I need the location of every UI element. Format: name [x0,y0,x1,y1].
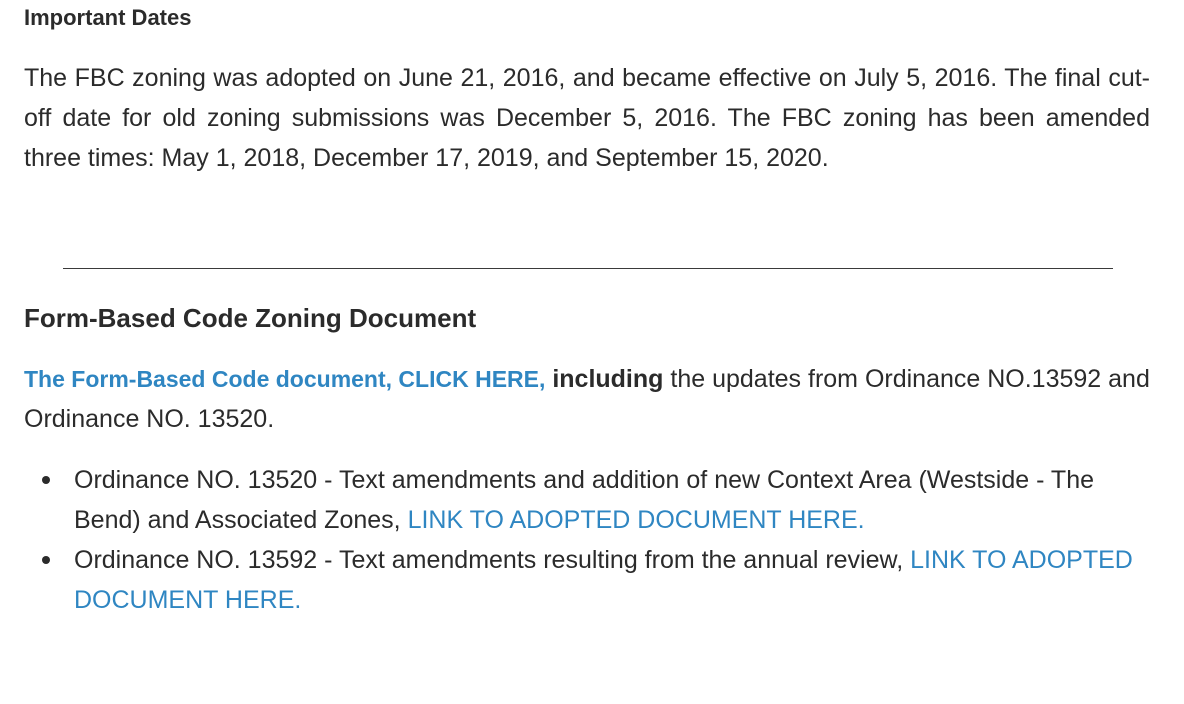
list-item: Ordinance NO. 13592 - Text amendments re… [24,540,1150,620]
including-text: including [552,365,664,393]
ordinance-13592-text: Ordinance NO. 13592 - Text amendments re… [74,546,904,574]
document-section-heading: Form-Based Code Zoning Document [24,303,477,333]
ordinance-list: Ordinance NO. 13520 - Text amendments an… [24,460,1150,620]
list-item: Ordinance NO. 13520 - Text amendments an… [24,460,1150,540]
ordinance-13520-adopted-document-link[interactable]: LINK TO ADOPTED DOCUMENT HERE. [408,506,865,534]
bullet-icon [42,476,50,484]
important-dates-heading: Important Dates [24,5,192,30]
important-dates-paragraph: The FBC zoning was adopted on June 21, 2… [24,64,1150,172]
section-divider [63,268,1113,269]
bullet-icon [42,556,50,564]
document-intro-paragraph: The Form-Based Code document, CLICK HERE… [24,359,1150,439]
form-based-code-document-link[interactable]: The Form-Based Code document, CLICK HERE… [24,366,545,392]
